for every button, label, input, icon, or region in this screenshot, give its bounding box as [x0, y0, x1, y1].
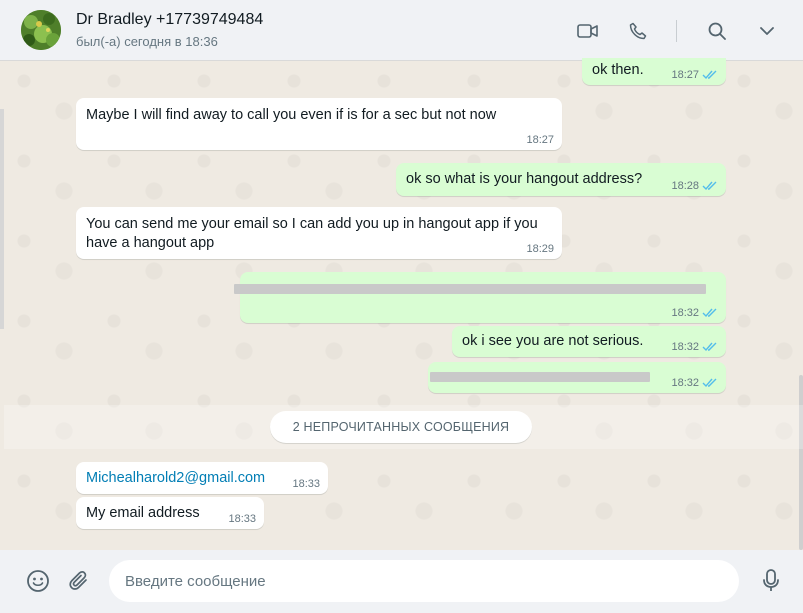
- message-bubble-outgoing[interactable]: 18:32: [234, 272, 726, 323]
- message-time: 18:32: [671, 307, 699, 319]
- message-text-line: have a hangout app: [86, 235, 215, 251]
- message-time: 18:27: [671, 69, 699, 81]
- read-ticks-icon: [702, 341, 718, 352]
- message-bubble-incoming[interactable]: You can send me your email so I can add …: [76, 207, 562, 259]
- chevron-down-icon[interactable]: [755, 19, 779, 43]
- message-time: 18:32: [671, 341, 699, 353]
- read-ticks-icon: [702, 377, 718, 388]
- message-text-line: You can send me your email so I can add …: [86, 216, 538, 232]
- message-bubble-outgoing[interactable]: ok then. 18:27: [582, 58, 726, 85]
- message-time: 18:32: [671, 377, 699, 389]
- contact-avatar[interactable]: [21, 10, 61, 50]
- message-text: ok then.: [592, 62, 644, 78]
- header-separator: [676, 20, 677, 42]
- last-seen-status: был(-а) сегодня в 18:36: [76, 34, 218, 49]
- read-ticks-icon: [702, 307, 718, 318]
- redacted-text: [430, 372, 650, 382]
- message-text: ok so what is your hangout address?: [406, 171, 643, 187]
- emoji-icon[interactable]: [25, 568, 51, 594]
- message-bubble-outgoing[interactable]: 18:32: [428, 362, 726, 393]
- read-ticks-icon: [702, 180, 718, 191]
- message-text: ok i see you are not serious.: [462, 333, 644, 349]
- attach-icon[interactable]: [66, 568, 92, 594]
- message-time: 18:33: [228, 513, 256, 525]
- message-time: 18:33: [292, 478, 320, 490]
- voice-call-icon[interactable]: [626, 19, 650, 43]
- scrollbar[interactable]: [799, 375, 803, 550]
- message-bubble-incoming[interactable]: Michealharold2@gmail.com 18:33: [76, 462, 328, 494]
- message-input[interactable]: [109, 560, 739, 602]
- message-time: 18:27: [526, 134, 554, 146]
- video-call-icon[interactable]: [576, 19, 600, 43]
- message-text: My email address: [86, 505, 200, 521]
- message-bubble-outgoing[interactable]: ok so what is your hangout address? 18:2…: [396, 163, 726, 196]
- message-text: Maybe I will find away to call you even …: [86, 107, 497, 123]
- chat-header: Dr Bradley +17739749484 был(-а) сегодня …: [0, 0, 803, 61]
- redacted-text: [234, 284, 706, 294]
- email-link[interactable]: Michealharold2@gmail.com: [86, 469, 265, 488]
- message-time: 18:29: [526, 243, 554, 255]
- contact-name[interactable]: Dr Bradley +17739749484: [76, 11, 263, 29]
- message-bubble-incoming[interactable]: Maybe I will find away to call you even …: [76, 98, 562, 150]
- window-edge: [0, 109, 4, 329]
- message-time: 18:28: [671, 180, 699, 192]
- message-bubble-incoming[interactable]: My email address 18:33: [76, 497, 264, 529]
- read-ticks-icon: [702, 69, 718, 80]
- search-icon[interactable]: [705, 19, 729, 43]
- unread-messages-divider: 2 НЕПРОЧИТАННЫХ СООБЩЕНИЯ: [270, 411, 532, 443]
- message-bubble-outgoing[interactable]: ok i see you are not serious. 18:32: [452, 326, 726, 357]
- microphone-icon[interactable]: [758, 568, 784, 594]
